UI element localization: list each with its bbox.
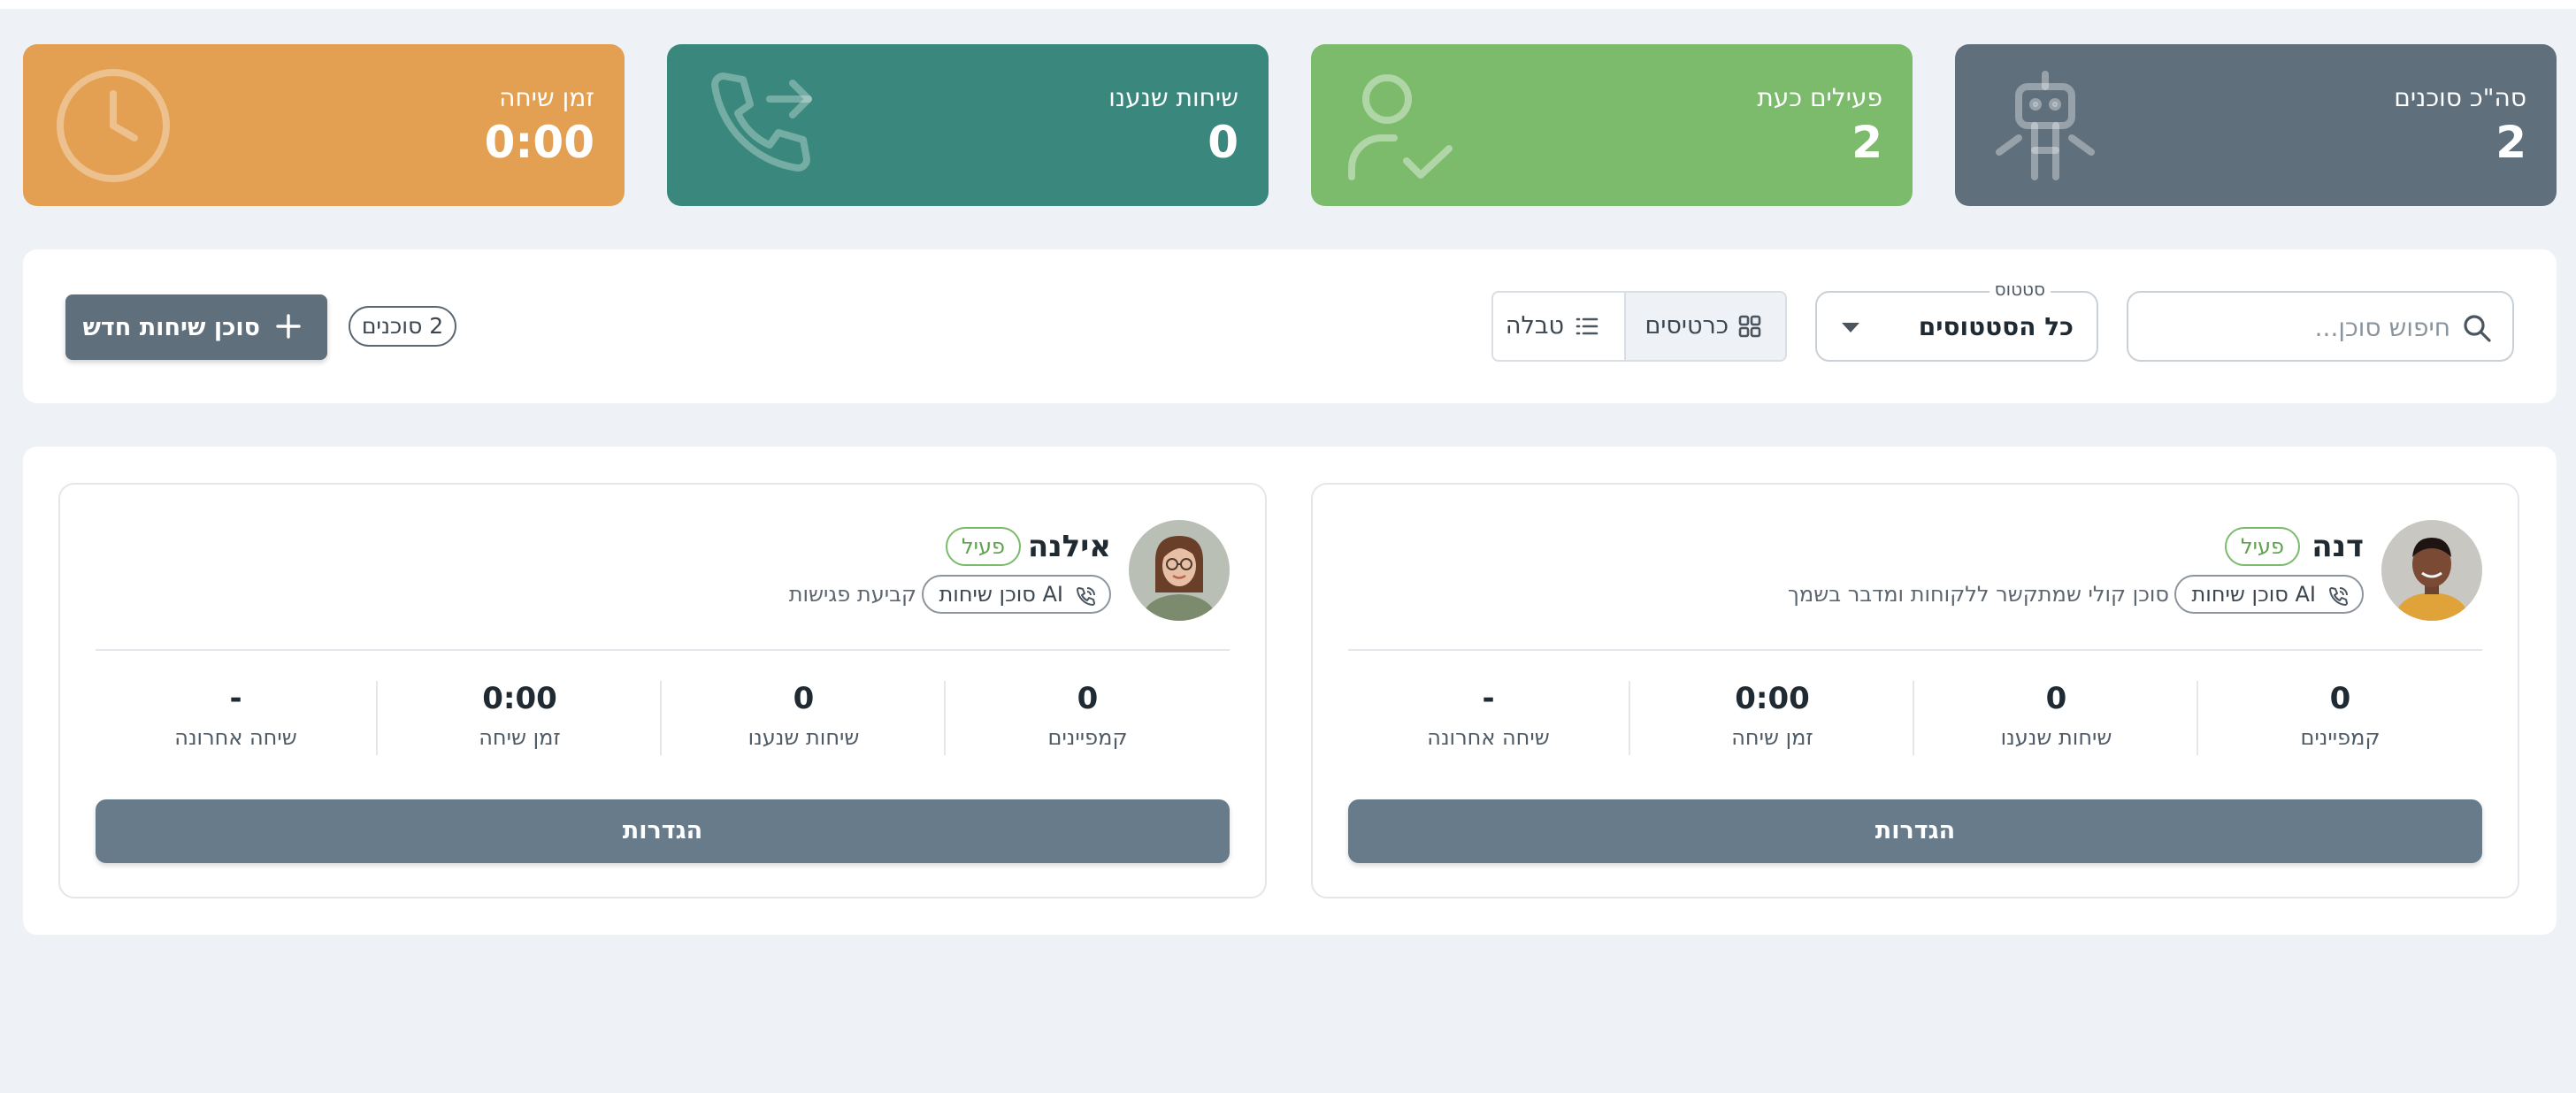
stat-value: 2	[1852, 117, 1882, 168]
search-input[interactable]	[2167, 309, 2450, 346]
stat-value: 0	[2045, 681, 2067, 716]
stat-campaigns: 0 קמפיינים	[946, 681, 1230, 761]
avatar	[1129, 520, 1230, 621]
agent-type-label: סוכן שיחות AI	[939, 582, 1063, 607]
agent-type-chip: סוכן שיחות AI	[2174, 575, 2364, 614]
stat-label: שיחות שנענו	[748, 725, 860, 750]
stat-value: 2	[2496, 117, 2526, 168]
stat-value: 0:00	[1735, 681, 1810, 716]
stat-card-answered-calls: שיחות שנענו 0	[667, 44, 1269, 206]
settings-button[interactable]: הגדרות	[96, 799, 1230, 863]
view-toggle: כרטיסים טבלה	[1491, 291, 1787, 362]
stat-value: -	[1482, 681, 1495, 716]
card-divider	[1348, 649, 2482, 651]
stat-label: שיחה אחרונה	[1427, 725, 1550, 750]
top-strip	[0, 0, 2576, 9]
phone-icon	[2327, 584, 2350, 607]
stat-label: סה"כ סוכנים	[2394, 83, 2526, 112]
view-table-label: טבלה	[1505, 312, 1564, 340]
stat-label: זמן שיחה	[1731, 725, 1813, 750]
stat-talk-time: 0:00 זמן שיחה	[378, 681, 662, 761]
status-filter-value: כל הסטטוסים	[1918, 312, 2074, 341]
phone-forward-icon	[699, 67, 816, 184]
new-agent-label: סוכן שיחות חדש	[82, 314, 260, 341]
robot-icon	[1987, 67, 2104, 184]
chevron-down-icon	[1842, 323, 1859, 332]
search-icon	[2461, 312, 2493, 344]
agent-name: דנה	[2312, 529, 2364, 564]
agent-stats: 0 קמפיינים 0 שיחות שנענו 0:00 זמן שיחה -…	[1348, 681, 2482, 761]
plus-icon	[274, 312, 303, 340]
view-cards-label: כרטיסים	[1644, 312, 1729, 340]
card-divider	[96, 649, 1230, 651]
agent-count-chip: 2 סוכנים	[349, 306, 456, 347]
stat-label: זמן שיחה	[499, 83, 594, 112]
stat-last-call: - שיחה אחרונה	[1346, 681, 1630, 761]
view-table-button[interactable]: טבלה	[1493, 293, 1626, 360]
status-filter-select[interactable]: סטטוס כל הסטטוסים	[1815, 279, 2098, 362]
stat-value: 0	[793, 681, 815, 716]
stat-label: זמן שיחה	[479, 725, 561, 750]
stat-value: -	[229, 681, 242, 716]
search-box[interactable]	[2127, 291, 2514, 362]
stat-talk-time: 0:00 זמן שיחה	[1630, 681, 1914, 761]
new-agent-button[interactable]: סוכן שיחות חדש	[65, 294, 327, 360]
stat-card-active-now: פעילים כעת 2	[1311, 44, 1913, 206]
stat-value: 0	[1208, 117, 1238, 168]
stat-label: פעילים כעת	[1757, 83, 1882, 112]
grid-icon	[1737, 314, 1762, 339]
list-icon	[1575, 314, 1599, 339]
stat-card-total-agents: סה"כ סוכנים 2	[1955, 44, 2557, 206]
status-badge: פעיל	[945, 527, 1021, 566]
stat-value: 0	[2329, 681, 2351, 716]
stat-campaigns: 0 קמפיינים	[2198, 681, 2482, 761]
phone-icon	[1074, 584, 1097, 607]
stat-label: שיחות שנענו	[2000, 725, 2112, 750]
agent-card: אילנה פעיל סוכן שיחות AI קביעת פגישות 0 …	[58, 483, 1267, 898]
user-check-icon	[1343, 67, 1460, 184]
stat-label: שיחה אחרונה	[174, 725, 297, 750]
stat-label: שיחות שנענו	[1108, 83, 1238, 112]
agent-stats: 0 קמפיינים 0 שיחות שנענו 0:00 זמן שיחה -…	[96, 681, 1230, 761]
status-filter-label: סטטוס	[1989, 279, 2051, 300]
agent-name: אילנה	[1027, 529, 1111, 564]
status-badge: פעיל	[2224, 527, 2300, 566]
stat-answered-calls: 0 שיחות שנענו	[1914, 681, 2198, 761]
agent-card: דנה פעיל סוכן שיחות AI סוכן קולי שמתקשר …	[1311, 483, 2519, 898]
stat-label: קמפיינים	[2300, 725, 2380, 750]
view-cards-button[interactable]: כרטיסים	[1624, 293, 1785, 360]
stat-value: 0:00	[482, 681, 557, 716]
settings-button[interactable]: הגדרות	[1348, 799, 2482, 863]
agent-type-label: סוכן שיחות AI	[2191, 582, 2316, 607]
stat-value: 0:00	[484, 117, 594, 168]
stat-answered-calls: 0 שיחות שנענו	[662, 681, 946, 761]
agent-description: קביעת פגישות	[788, 582, 916, 607]
stat-value: 0	[1077, 681, 1099, 716]
stat-last-call: - שיחה אחרונה	[94, 681, 378, 761]
agent-description: סוכן קולי שמתקשר ללקוחות ומדבר בשמך	[1788, 582, 2169, 607]
avatar	[2381, 520, 2482, 621]
clock-icon	[55, 67, 172, 184]
stat-card-talk-time: זמן שיחה 0:00	[23, 44, 625, 206]
agent-type-chip: סוכן שיחות AI	[921, 575, 1111, 614]
stat-label: קמפיינים	[1047, 725, 1128, 750]
